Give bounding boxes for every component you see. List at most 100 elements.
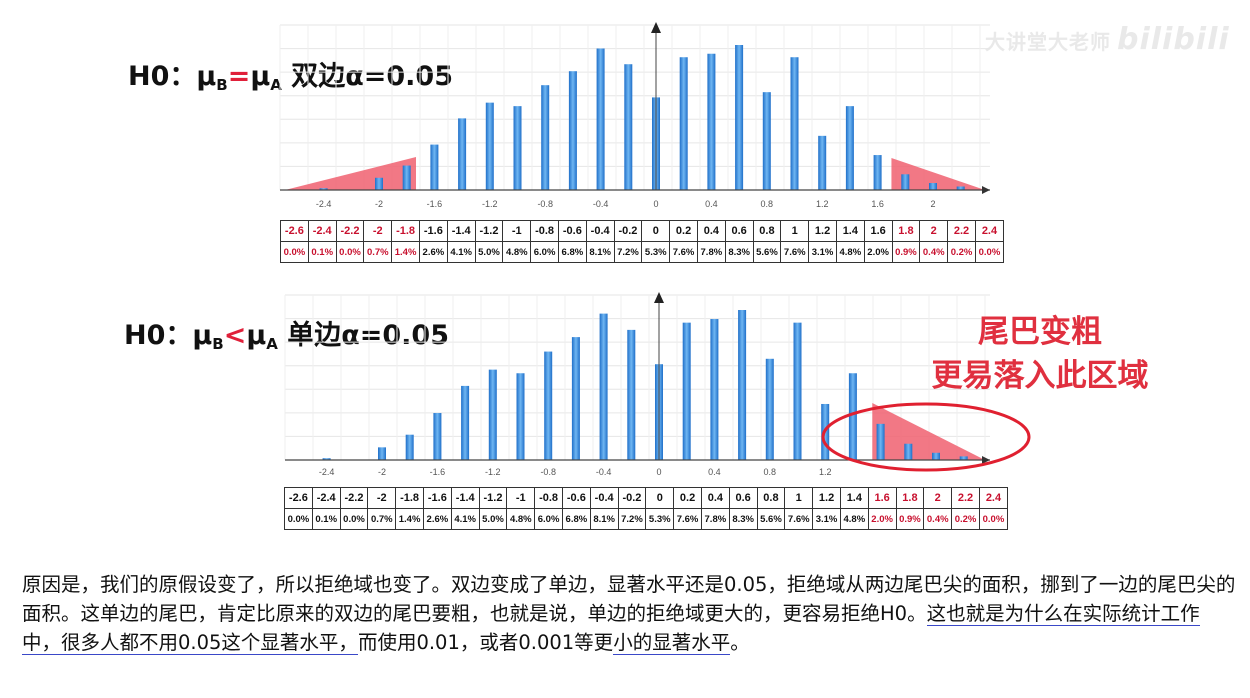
table-cell: 2.0% bbox=[867, 508, 897, 530]
chart1-bar bbox=[735, 45, 744, 190]
chart2-tick-label: -1.6 bbox=[430, 467, 446, 477]
table-cell: 5.3% bbox=[645, 508, 675, 530]
chart1-tick-label: 0.4 bbox=[705, 199, 718, 209]
chart2-data-table: -2.6 -2.4 -2.2 -2 -1.8 -1.6 -1.4 -1.2 -1 -0.8 -0.6… bbox=[284, 487, 1009, 530]
table-cell: -1.4 bbox=[446, 220, 476, 242]
chart1-y-arrow bbox=[651, 22, 661, 33]
table-cell: 4.8% bbox=[506, 508, 536, 530]
table-cell: 3.1% bbox=[808, 241, 837, 263]
chart2-bar bbox=[461, 385, 470, 460]
table-cell: -1.2 bbox=[478, 487, 508, 509]
chart1-bar bbox=[596, 48, 605, 191]
table-cell: 0.7% bbox=[367, 508, 397, 530]
table-cell: 5.6% bbox=[752, 241, 782, 263]
table-cell: -2.6 bbox=[280, 220, 309, 242]
table-row-pct: 0.0% 0.1% 0.0% 0.7% 1.4% 2.6% 4.1% 5.0% 4.8% 6.0%… bbox=[284, 508, 1009, 530]
chart1-bar bbox=[790, 57, 799, 191]
table-cell: 0.7% bbox=[363, 241, 393, 263]
table-cell: -1.6 bbox=[418, 220, 448, 242]
table-cell: 0.8 bbox=[756, 487, 786, 509]
table-cell: 0.4% bbox=[919, 241, 949, 263]
table-cell: 0.9% bbox=[891, 241, 921, 263]
chart2-bar bbox=[682, 322, 691, 460]
table-cell: 0.2% bbox=[951, 508, 980, 530]
table-cell: 0.0% bbox=[978, 508, 1009, 530]
chart2-bar bbox=[378, 447, 386, 460]
annotation: 尾巴变粗 更易落入此区域 bbox=[900, 310, 1180, 398]
table-cell: -1.8 bbox=[391, 220, 420, 242]
table-cell: 1.6 bbox=[863, 220, 893, 242]
table-cell: -0.2 bbox=[613, 220, 643, 242]
table-cell: 0.8 bbox=[752, 220, 782, 242]
chart1-tick-label: 2 bbox=[930, 199, 935, 209]
table-cell: 0 bbox=[641, 220, 671, 242]
chart2-bar bbox=[848, 373, 857, 460]
chart2-bar bbox=[571, 337, 580, 460]
paragraph-text-2: 而使用0.01，或者0.001等更 bbox=[357, 631, 614, 654]
table-cell: -2.6 bbox=[284, 487, 313, 509]
table-cell: 4.1% bbox=[446, 241, 476, 263]
table-cell: -2.4 bbox=[307, 220, 337, 242]
table-cell: 0.2% bbox=[947, 241, 976, 263]
table-cell: 1.4% bbox=[395, 508, 424, 530]
paragraph-underlined-2: 很多人都不用0.05这个显著水平， bbox=[61, 631, 358, 655]
table-cell: 5.3% bbox=[641, 241, 671, 263]
chart1-tick-label: -2 bbox=[375, 199, 383, 209]
table-cell: 0.0% bbox=[284, 508, 313, 530]
table-cell: 1.4% bbox=[391, 241, 420, 263]
chart1-left-rejection-region bbox=[285, 157, 416, 190]
table-cell: 6.0% bbox=[530, 241, 559, 263]
table-cell: 1.6 bbox=[867, 487, 897, 509]
chart1-bar bbox=[845, 106, 854, 190]
table-cell: 0.4 bbox=[696, 220, 726, 242]
table-cell: 6.8% bbox=[561, 508, 591, 530]
table-cell: -2 bbox=[363, 220, 393, 242]
chart2-tick-label: 1.2 bbox=[819, 467, 832, 477]
table-cell: 0.0% bbox=[280, 241, 309, 263]
chart2-bar bbox=[793, 322, 802, 460]
chart2-tick-label: 0 bbox=[656, 467, 661, 477]
chart2-tick-label: -0.4 bbox=[596, 467, 612, 477]
table-cell: -0.6 bbox=[561, 487, 591, 509]
table-cell: 0.2 bbox=[669, 220, 698, 242]
chart1-tick-label: 0 bbox=[653, 199, 658, 209]
chart2-tick-label: 0.4 bbox=[708, 467, 721, 477]
table-cell: 0.0% bbox=[335, 241, 365, 263]
table-cell: 8.3% bbox=[728, 508, 758, 530]
chart1-bar bbox=[485, 102, 494, 190]
table-cell: 1.4 bbox=[839, 487, 869, 509]
table-cell: 2.4 bbox=[978, 487, 1009, 509]
chart2-bar bbox=[516, 373, 525, 460]
table-cell: 8.1% bbox=[585, 241, 615, 263]
chart1-bar bbox=[513, 106, 522, 190]
table-cell: 0.4 bbox=[700, 487, 730, 509]
table-cell: -2.2 bbox=[335, 220, 365, 242]
chart2-bar bbox=[738, 310, 747, 460]
chart2-bar bbox=[433, 413, 442, 460]
chart2-tick-label: 0.8 bbox=[764, 467, 777, 477]
table-cell: 0.0% bbox=[974, 241, 1005, 263]
chart1-x-arrow bbox=[982, 186, 990, 194]
table-cell: 0.6 bbox=[724, 220, 754, 242]
table-cell: -1.8 bbox=[395, 487, 424, 509]
table-cell: 7.8% bbox=[696, 241, 726, 263]
chart2-bar bbox=[488, 369, 497, 460]
table-cell: 7.6% bbox=[784, 508, 814, 530]
table-cell: 1 bbox=[780, 220, 810, 242]
table-cell: 0.2 bbox=[673, 487, 702, 509]
table-cell: -1.2 bbox=[474, 220, 504, 242]
chart1-bar bbox=[375, 177, 383, 190]
chart1-bar bbox=[624, 64, 633, 190]
chart1-tick-label: -0.4 bbox=[593, 199, 609, 209]
table-cell: 4.8% bbox=[839, 508, 869, 530]
chart1-bar bbox=[901, 174, 910, 190]
chart1-bar bbox=[458, 118, 467, 190]
table-cell: 1.8 bbox=[891, 220, 921, 242]
chart1-data-table: -2.6 -2.4 -2.2 -2 -1.8 -1.6 -1.4 -1.2 -1 -0.8 -0.6… bbox=[280, 220, 1005, 263]
table-cell: -2 bbox=[367, 487, 397, 509]
paragraph-text-3: 。 bbox=[730, 631, 750, 654]
chart1-bar bbox=[929, 183, 937, 190]
table-cell: 2.0% bbox=[863, 241, 893, 263]
table-cell: 1.2 bbox=[808, 220, 837, 242]
table-cell: 1.2 bbox=[812, 487, 841, 509]
